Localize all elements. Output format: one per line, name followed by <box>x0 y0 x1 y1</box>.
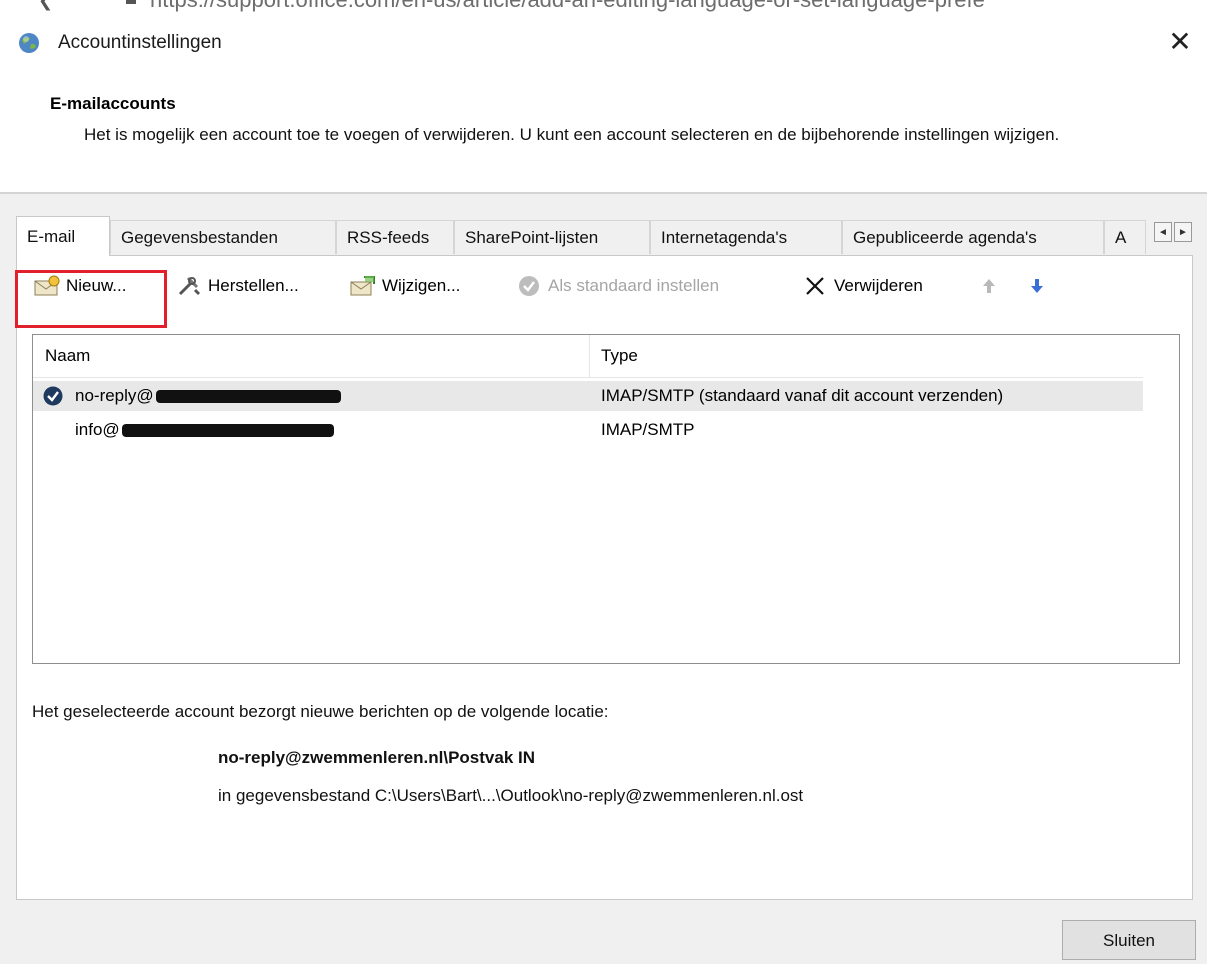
tab-scroll-left-icon[interactable]: ◄ <box>1154 222 1172 242</box>
page-icon <box>126 0 136 4</box>
browser-url-strip: ❮ https://support.office.com/en-us/artic… <box>0 0 1207 15</box>
account-type: IMAP/SMTP <box>601 420 695 439</box>
tab-rss-feeds[interactable]: RSS-feeds <box>336 220 454 254</box>
account-row-info[interactable]: info@ IMAP/SMTP <box>33 415 1143 445</box>
remove-icon <box>802 273 828 299</box>
browser-url: https://support.office.com/en-us/article… <box>150 0 985 13</box>
remove-label: Verwijderen <box>834 276 923 295</box>
column-header-type[interactable]: Type <box>589 335 1143 377</box>
redaction-mark <box>121 424 334 438</box>
tab-sharepoint-lists[interactable]: SharePoint-lijsten <box>454 220 650 254</box>
default-account-check-icon <box>43 386 63 406</box>
repair-button[interactable]: Herstellen... <box>176 268 299 304</box>
column-header-name[interactable]: Naam <box>33 335 589 377</box>
arrow-down-icon <box>1024 273 1050 299</box>
new-account-button[interactable]: Nieuw... <box>34 268 126 304</box>
tab-published-calendars[interactable]: Gepubliceerde agenda's <box>842 220 1104 254</box>
section-description: Het is mogelijk een account toe te voege… <box>84 125 1060 144</box>
check-circle-icon <box>516 273 542 299</box>
account-name-text: no-reply@ <box>75 386 154 405</box>
change-button[interactable]: Wijzigen... <box>350 268 460 304</box>
account-type: IMAP/SMTP (standaard vanaf dit account v… <box>601 386 1004 405</box>
account-list-header: Naam Type <box>33 335 1143 378</box>
data-file-path: in gegevensbestand C:\Users\Bart\...\Out… <box>218 786 804 805</box>
close-icon[interactable]: ✕ <box>1160 22 1200 62</box>
tab-email[interactable]: E-mail <box>16 216 110 256</box>
dialog-titlebar: Accountinstellingen ✕ <box>0 14 1207 70</box>
tab-internet-calendars[interactable]: Internetagenda's <box>650 220 842 254</box>
move-down-button[interactable] <box>1024 268 1056 304</box>
tab-scroll-right-icon[interactable]: ► <box>1174 222 1192 242</box>
move-up-button[interactable] <box>976 268 1008 304</box>
section-title: E-mailaccounts <box>50 94 176 113</box>
tab-address-books[interactable]: A <box>1104 220 1146 254</box>
back-icon: ❮ <box>38 0 54 10</box>
change-label: Wijzigen... <box>382 276 461 295</box>
new-account-icon <box>34 273 60 299</box>
app-globe-icon <box>19 33 39 53</box>
change-icon <box>350 273 376 299</box>
repair-label: Herstellen... <box>208 276 299 295</box>
account-name-text: info@ <box>75 420 120 439</box>
location-label: Het geselecteerde account bezorgt nieuwe… <box>32 702 609 721</box>
account-row-no-reply[interactable]: no-reply@ IMAP/SMTP (standaard vanaf dit… <box>33 381 1143 411</box>
account-list[interactable]: Naam Type no-reply@ IMAP/SMTP (standaard… <box>32 334 1180 664</box>
dialog-title: Accountinstellingen <box>58 32 222 53</box>
delivery-folder: no-reply@zwemmenleren.nl\Postvak IN <box>218 748 535 767</box>
tab-strip: E-mail Gegevensbestanden RSS-feeds Share… <box>16 216 1196 256</box>
account-name: info@ <box>75 415 334 445</box>
remove-button[interactable]: Verwijderen <box>802 268 923 304</box>
arrow-up-icon <box>976 273 1002 299</box>
dialog-header: E-mailaccounts Het is mogelijk een accou… <box>0 70 1207 194</box>
redaction-mark <box>155 390 341 404</box>
set-default-label: Als standaard instellen <box>548 276 720 295</box>
repair-icon <box>176 273 202 299</box>
account-name: no-reply@ <box>75 381 341 411</box>
set-default-button[interactable]: Als standaard instellen <box>516 268 719 304</box>
new-account-label: Nieuw... <box>66 276 127 295</box>
close-dialog-button[interactable]: Sluiten <box>1062 920 1196 960</box>
tab-data-files[interactable]: Gegevensbestanden <box>110 220 336 254</box>
